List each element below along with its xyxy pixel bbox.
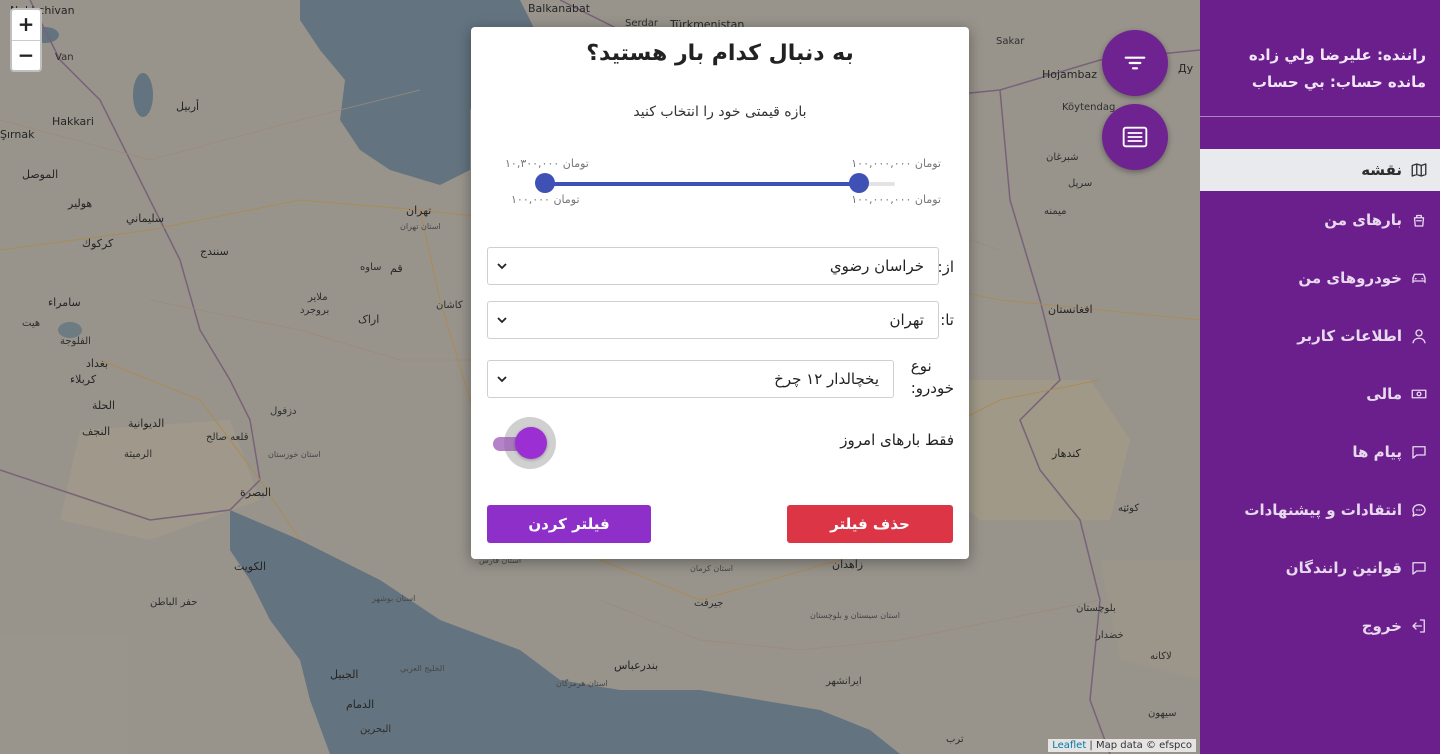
sidebar-item-label: بارهای من (1324, 211, 1402, 229)
filter-dialog: به دنبال کدام بار هستید؟ بازه قیمتی خود … (471, 27, 969, 559)
dialog-title: به دنبال کدام بار هستید؟ (586, 41, 854, 66)
sidebar-item-feedback[interactable]: انتقادات و پیشنهادات (1200, 481, 1440, 539)
chevron-down-icon (497, 317, 507, 324)
to-value: تهران (889, 311, 924, 329)
selected-high-price: ۱۰۰,۰۰۰,۰۰۰ تومان (851, 157, 941, 170)
list-icon (1122, 126, 1148, 148)
sidebar-item-label: انتقادات و پیشنهادات (1244, 501, 1402, 519)
chevron-down-icon (497, 263, 507, 270)
sidebar-nav: نقشه بارهای من خودروهای من اطلاعات کاربر مال… (1200, 149, 1440, 655)
clear-filter-button[interactable]: حذف فیلتر (787, 505, 953, 543)
to-row: تا: (940, 311, 954, 329)
vehicle-row: نوع خودرو: (911, 355, 954, 399)
from-label: از: (937, 258, 954, 276)
price-range-subtitle: بازه قیمتی خود را انتخاب کنید (633, 104, 807, 120)
account-balance: مانده حساب: بي حساب (1251, 73, 1426, 91)
sidebar: راننده: عليرضا ولي زاده مانده حساب: بي ح… (1200, 0, 1440, 754)
from-province-select[interactable]: خراسان رضوي (487, 247, 939, 285)
feedback-icon (1410, 501, 1428, 519)
sidebar-item-user[interactable]: اطلاعات کاربر (1200, 307, 1440, 365)
driver-name: راننده: عليرضا ولي زاده (1248, 46, 1426, 64)
slider-selected-range (545, 182, 860, 186)
filter-lines-icon (1124, 56, 1146, 70)
sidebar-item-label: خودروهای من (1298, 269, 1402, 287)
rules-icon (1410, 559, 1428, 577)
to-label: تا: (940, 311, 954, 329)
from-value: خراسان رضوي (829, 257, 924, 275)
sidebar-item-label: خروج (1361, 617, 1402, 635)
filter-fab-button[interactable] (1102, 30, 1168, 96)
toggle-knob (515, 427, 547, 459)
vehicle-label-line2: خودرو: (910, 379, 954, 397)
sidebar-item-label: نقشه (1361, 161, 1402, 179)
sidebar-item-car[interactable]: خودروهای من (1200, 249, 1440, 307)
vehicle-value: يخچالدار ۱۲ چرخ (774, 370, 879, 388)
sidebar-item-label: پیام ها (1352, 443, 1402, 461)
slider-track[interactable] (545, 182, 895, 186)
money-icon (1410, 385, 1428, 403)
car-icon (1410, 269, 1428, 287)
list-fab-button[interactable] (1102, 104, 1168, 170)
to-province-select[interactable]: تهران (487, 301, 939, 339)
from-row: از: (938, 258, 954, 276)
slider-high-handle[interactable] (536, 174, 554, 192)
max-price-label: ۱۰۰,۰۰۰,۰۰۰ تومان (851, 193, 941, 206)
attribution-text: | Map data © efspco (1086, 740, 1192, 751)
sidebar-item-logout[interactable]: خروج (1200, 597, 1440, 655)
zoom-control: + − (10, 8, 42, 72)
sidebar-item-label: اطلاعات کاربر (1297, 327, 1402, 345)
sidebar-item-money[interactable]: مالی (1200, 365, 1440, 423)
sidebar-item-cargo[interactable]: بارهای من (1200, 191, 1440, 249)
today-only-toggle[interactable] (491, 417, 561, 469)
zoom-in-button[interactable]: + (12, 10, 40, 40)
leaflet-link[interactable]: Leaflet (1052, 740, 1086, 751)
profile-panel: راننده: عليرضا ولي زاده مانده حساب: بي ح… (1200, 0, 1440, 117)
today-only-label: فقط بارهای امروز (840, 431, 954, 449)
sidebar-item-label: قوانین رانندگان (1285, 559, 1402, 577)
vehicle-label-line1: نوع (910, 357, 932, 375)
map-attribution: Leaflet | Map data © efspco (1048, 739, 1196, 752)
chevron-down-icon (497, 376, 507, 383)
min-price-label: ۱۰۰,۰۰۰ تومان (511, 193, 580, 206)
price-range-slider[interactable]: ۱۰,۳۰۰,۰۰۰ تومان ۱۰۰,۰۰۰,۰۰۰ تومان ۱۰۰,۰… (505, 157, 941, 217)
today-only-row: فقط بارهای امروز (491, 417, 954, 469)
message-icon (1410, 443, 1428, 461)
cargo-icon (1410, 211, 1428, 229)
sidebar-item-map[interactable]: نقشه (1200, 149, 1440, 191)
user-icon (1410, 327, 1428, 345)
sidebar-item-rules[interactable]: قوانین رانندگان (1200, 539, 1440, 597)
map-icon (1410, 161, 1428, 179)
sidebar-item-label: مالی (1366, 385, 1402, 403)
vehicle-type-select[interactable]: يخچالدار ۱۲ چرخ (487, 360, 894, 398)
slider-low-handle[interactable] (850, 174, 869, 192)
selected-low-price: ۱۰,۳۰۰,۰۰۰ تومان (505, 157, 589, 170)
logout-icon (1410, 617, 1428, 635)
zoom-out-button[interactable]: − (12, 40, 40, 70)
apply-filter-button[interactable]: فیلتر کردن (487, 505, 651, 543)
sidebar-item-message[interactable]: پیام ها (1200, 423, 1440, 481)
